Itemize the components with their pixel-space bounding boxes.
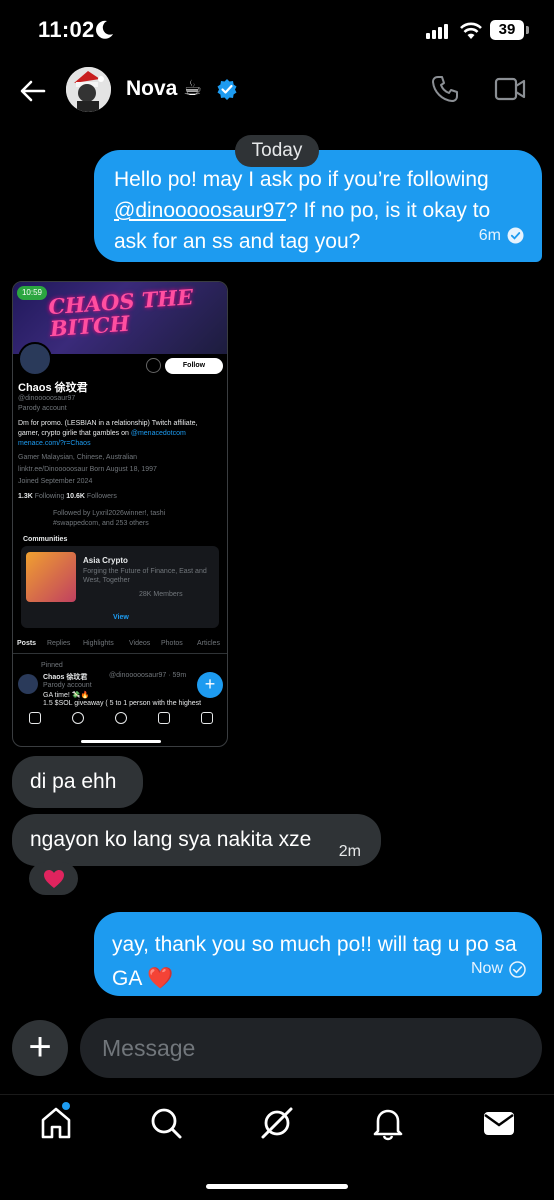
messages-mail-icon[interactable] xyxy=(481,1105,517,1141)
shot-post-text: GA time! 💸🔥 xyxy=(43,692,90,699)
community-image xyxy=(26,552,76,602)
message-time: 2m xyxy=(338,843,361,860)
message-meta: Now xyxy=(471,952,526,986)
message-time: Now xyxy=(470,960,503,977)
home-indicator[interactable] xyxy=(206,1184,348,1189)
add-attachment-button[interactable]: + xyxy=(12,1020,68,1076)
status-bar: 11:02 39 xyxy=(0,0,554,62)
community-desc-1: Forging the Future of Finance, East and xyxy=(83,568,207,575)
outgoing-message[interactable]: Hello po! may I ask po if you’re followi… xyxy=(94,150,542,262)
shot-follow-counts: 1.3K Following 10.6K Followers xyxy=(18,493,117,500)
message-input[interactable] xyxy=(102,1032,522,1064)
shot-profile-name: Chaos 徐玟君 xyxy=(18,382,88,394)
home-icon[interactable] xyxy=(38,1105,74,1141)
shot-followed-by-2: #swappedcom, and 253 others xyxy=(53,520,149,527)
avatar-image xyxy=(66,67,111,112)
shot-post-text-2: 1.5 $SOL giveaway ( 5 to 1 person with t… xyxy=(43,700,202,707)
shot-profile-avatar xyxy=(18,342,52,376)
wifi-icon xyxy=(460,22,482,39)
community-members: 28K Members xyxy=(139,591,183,598)
sent-check-icon xyxy=(509,960,526,978)
contact-name[interactable]: Nova ☕ xyxy=(126,76,202,101)
shot-compose-fab: + xyxy=(197,672,223,698)
video-call-icon[interactable] xyxy=(494,76,526,102)
outgoing-message[interactable]: yay, thank you so much po!! will tag u p… xyxy=(94,912,542,996)
battery-nub xyxy=(526,26,529,34)
home-notification-dot xyxy=(62,1102,70,1110)
message-meta: 6m xyxy=(479,220,524,251)
community-view: View xyxy=(113,614,129,621)
shot-follow-button: Follow xyxy=(165,358,223,374)
date-divider: Today xyxy=(235,135,319,167)
shot-bio-line-2: gamer, crypto girlie that gambles on @me… xyxy=(18,430,186,437)
incoming-message[interactable]: ngayon ko lang sya nakita xze 2m xyxy=(12,814,381,866)
shot-bottom-nav xyxy=(13,708,227,732)
grok-icon[interactable] xyxy=(259,1105,295,1141)
shot-community-card: Asia Crypto Forging the Future of Financ… xyxy=(21,546,219,628)
phone-call-icon[interactable] xyxy=(430,74,460,104)
shot-bio-line-3: menace.com/?r=Chaos xyxy=(18,440,91,447)
search-icon[interactable] xyxy=(148,1105,184,1141)
conversation-header: Nova ☕ xyxy=(0,62,554,118)
battery-indicator: 39 xyxy=(490,20,524,40)
community-name: Asia Crypto xyxy=(83,556,128,565)
shot-post-handle: @dinooooosaur97 · 59m xyxy=(109,672,187,679)
shot-meta-2: linktr.ee/Dinooooosaur Born August 18, 1… xyxy=(18,466,157,473)
shot-followed-by-1: Followed by Lyxril2026winner!, tashi xyxy=(53,510,166,517)
shot-post-author: Chaos 徐玟君 xyxy=(43,674,88,681)
message-composer xyxy=(80,1018,542,1078)
message-time: 6m xyxy=(478,227,501,244)
shot-parody: Parody account xyxy=(18,405,67,412)
reaction-heart[interactable] xyxy=(29,862,78,895)
notifications-bell-icon[interactable] xyxy=(370,1105,406,1141)
shot-communities-label: Communities xyxy=(23,536,68,543)
message-text: di pa ehh xyxy=(30,770,117,793)
community-desc-2: West, Together xyxy=(83,577,130,584)
verified-badge-icon xyxy=(217,79,237,100)
message-text: ngayon ko lang sya nakita xze xyxy=(30,828,312,851)
shot-meta-3: Joined September 2024 xyxy=(18,478,93,485)
status-time: 11:02 xyxy=(38,17,95,42)
image-attachment[interactable]: CHAOS THE BITCH 10:59 Follow Chaos 徐玟君 @… xyxy=(12,281,228,747)
banner-text: CHAOS THE BITCH xyxy=(47,284,195,342)
focus-moon-icon xyxy=(96,20,113,39)
cellular-signal-icon xyxy=(426,24,448,39)
back-arrow-icon xyxy=(20,80,46,102)
shot-clock: 10:59 xyxy=(17,286,47,300)
message-text: yay, thank you so much po!! will tag u p… xyxy=(112,933,517,990)
shot-handle: @dinooooosaur97 xyxy=(18,395,76,402)
shot-profile-tabs: Posts Replies Highlights Videos Photos A… xyxy=(13,638,227,654)
back-button[interactable] xyxy=(16,74,50,108)
heart-icon xyxy=(43,870,64,888)
bottom-nav xyxy=(0,1094,554,1154)
shot-post-parody: Parody account xyxy=(43,682,92,689)
shot-pinned: Pinned xyxy=(41,662,63,669)
message-text: Hello po! may I ask po if you’re followi… xyxy=(114,168,489,191)
shot-bio-line-1: Dm for promo. (LESBIAN in a relationship… xyxy=(18,420,198,427)
read-check-icon xyxy=(507,227,524,244)
shot-meta-1: Gamer Malaysian, Chinese, Australian xyxy=(18,454,138,461)
shot-home-indicator xyxy=(81,740,161,743)
mention-link[interactable]: @dinooooosaur97 xyxy=(114,199,286,222)
shot-post-avatar xyxy=(18,674,38,694)
incoming-message[interactable]: di pa ehh xyxy=(12,756,143,808)
contact-avatar[interactable] xyxy=(66,67,111,112)
shot-mail-icon xyxy=(146,358,161,373)
